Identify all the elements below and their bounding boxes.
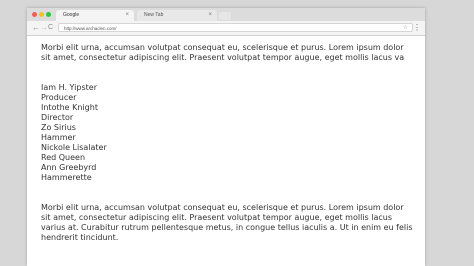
new-tab-button[interactable]	[219, 12, 231, 20]
address-bar[interactable]: http://www.archaclen.com/ ☆	[58, 23, 413, 32]
list-item: Zo Sirius	[41, 123, 76, 132]
menu-dots-icon[interactable]: ⋮	[413, 23, 421, 33]
close-tab-icon[interactable]: ×	[125, 10, 129, 21]
close-tab-icon[interactable]: ×	[208, 10, 212, 21]
tab-bar: Google × New Tab ×	[27, 8, 425, 21]
reload-icon[interactable]: C	[48, 23, 53, 33]
list-item: Hammerette	[41, 173, 92, 182]
tab-label: New Tab	[144, 12, 164, 18]
page-content: Morbi elit urna, accumsan volutpat conse…	[41, 43, 413, 243]
tab-google[interactable]: Google ×	[56, 10, 134, 21]
paragraph-intro: Morbi elit urna, accumsan volutpat conse…	[41, 43, 405, 62]
maximize-window-button[interactable]	[46, 12, 51, 17]
tab-label: Google	[63, 12, 80, 18]
minimize-window-button[interactable]	[39, 12, 44, 17]
paragraph-outro: Morbi elit urna, accumsan volutpat conse…	[41, 203, 413, 242]
list-item: Director	[41, 113, 74, 122]
list-item: Ann Greebyrd	[41, 163, 97, 172]
list-item: Iam H. Yipster	[41, 83, 97, 92]
credits-list: Iam H. Yipster Producer Intothe Knight D…	[41, 83, 413, 183]
close-window-button[interactable]	[32, 12, 37, 17]
url-text: http://www.archaclen.com/	[64, 26, 117, 31]
list-item: Nickole Lisalater	[41, 143, 107, 152]
list-item: Hammer	[41, 133, 76, 142]
browser-toolbar: ← → C http://www.archaclen.com/ ☆ ⋮	[27, 21, 425, 36]
list-item: Red Queen	[41, 153, 86, 162]
tab-new-tab[interactable]: New Tab ×	[137, 10, 217, 21]
forward-arrow-icon[interactable]: →	[40, 23, 48, 33]
list-item: Intothe Knight	[41, 103, 98, 112]
back-arrow-icon[interactable]: ←	[32, 23, 40, 33]
list-item: Producer	[41, 93, 77, 102]
bookmark-star-icon[interactable]: ☆	[403, 24, 408, 33]
browser-window: Google × New Tab × ← → C http://www.arch…	[27, 8, 425, 266]
